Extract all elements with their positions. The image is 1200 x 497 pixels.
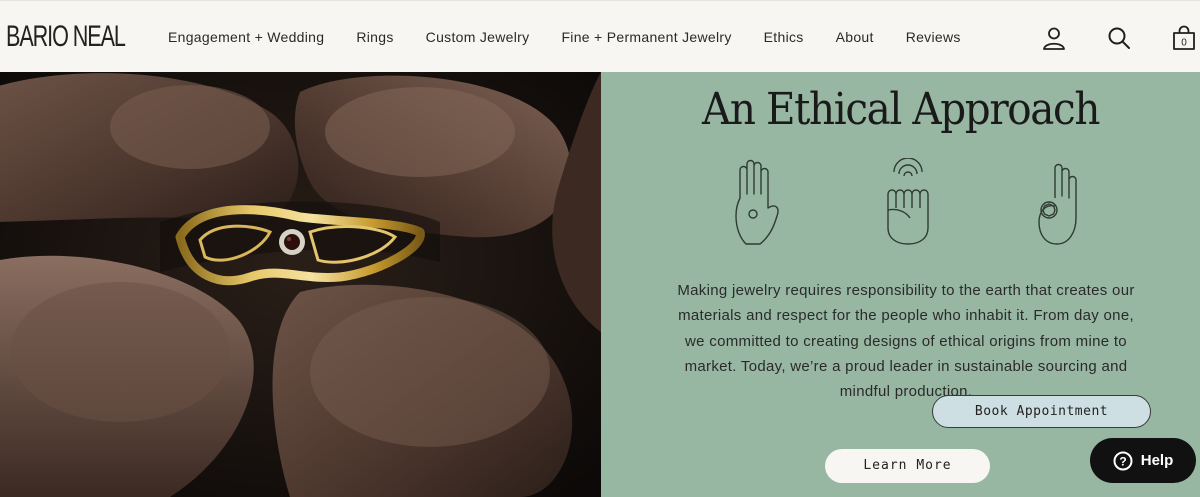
panel-title: An Ethical Approach (701, 84, 1100, 135)
brand-logo[interactable]: BARIO NEAL (6, 19, 126, 55)
svg-text:?: ? (1119, 454, 1126, 468)
nav-reviews[interactable]: Reviews (890, 1, 977, 73)
ethics-panel: An Ethical Approach Making jewelry requi… (601, 72, 1200, 497)
panel-body-text: Making jewelry requires responsibility t… (677, 282, 1135, 401)
nav-custom-jewelry[interactable]: Custom Jewelry (410, 1, 546, 73)
cart-count: 0 (1181, 38, 1187, 49)
nav-fine-permanent-jewelry[interactable]: Fine + Permanent Jewelry (545, 1, 747, 73)
learn-more-button[interactable]: Learn More (825, 449, 990, 483)
shopping-bag-icon[interactable]: 0 (1171, 25, 1197, 51)
help-label: Help (1140, 452, 1174, 469)
nav-rings[interactable]: Rings (340, 1, 409, 73)
search-icon[interactable] (1106, 25, 1132, 51)
open-hand-icon (732, 158, 782, 255)
site-header: BARIO NEAL Engagement + Wedding Rings Cu… (0, 0, 1200, 72)
book-appointment-button[interactable]: Book Appointment (932, 395, 1151, 428)
nav-engagement-wedding[interactable]: Engagement + Wedding (152, 1, 340, 73)
ring-gesture-hand-icon (1035, 158, 1085, 255)
fist-signal-icon (884, 157, 932, 255)
nav-ethics[interactable]: Ethics (748, 1, 820, 73)
help-icon: ? (1113, 451, 1133, 470)
main-nav: Engagement + Wedding Rings Custom Jewelr… (152, 1, 977, 73)
help-button[interactable]: ? Help (1090, 438, 1196, 483)
user-icon[interactable] (1041, 25, 1067, 51)
hero-image (0, 72, 601, 497)
nav-about[interactable]: About (820, 1, 890, 73)
